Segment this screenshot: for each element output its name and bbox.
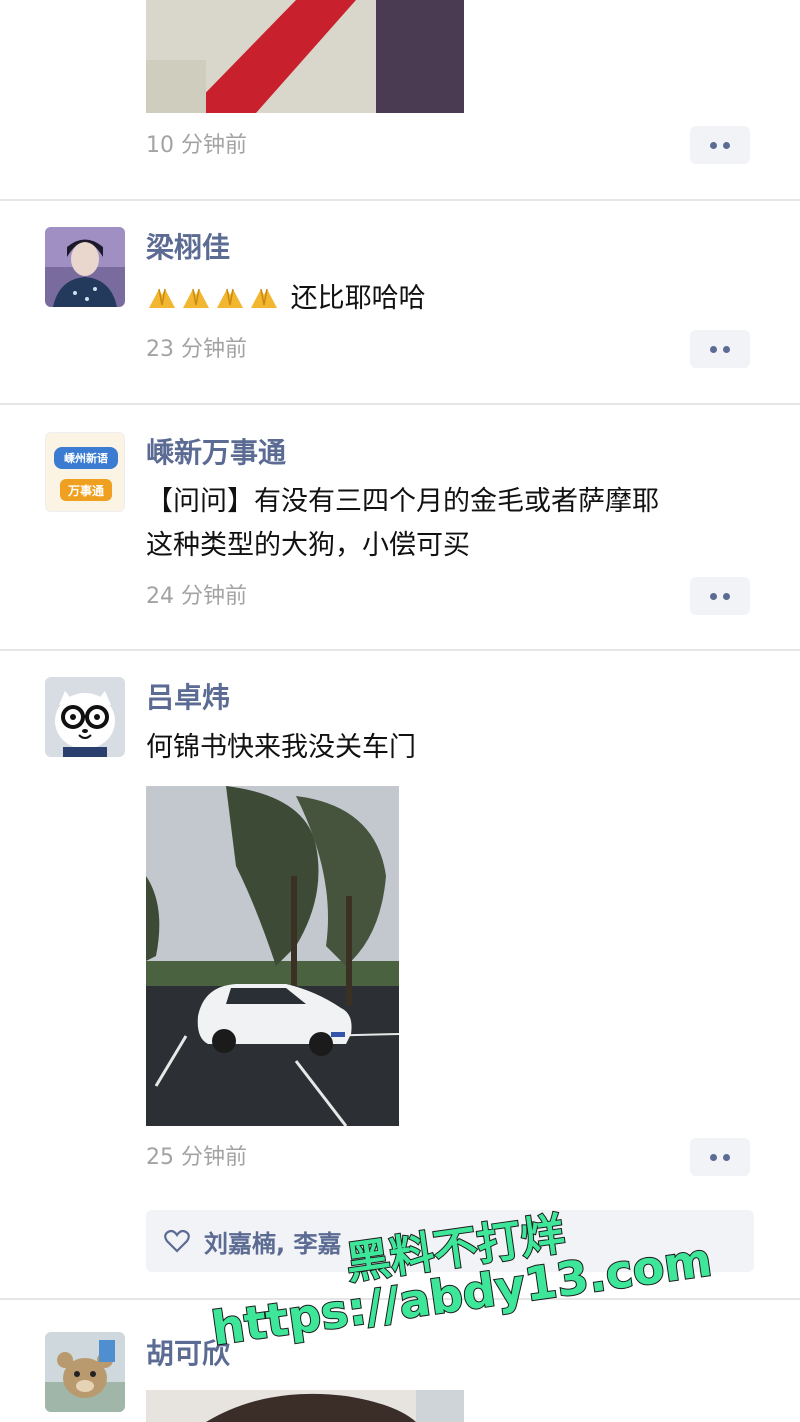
post-image-top[interactable] [146,0,464,113]
praying-hands-icon [217,288,243,308]
post-photo[interactable] [146,786,399,1126]
dot-icon [710,345,717,353]
dot-icon [710,592,717,600]
post-text: 还比耶哈哈 [146,278,426,320]
post-text-line-1: 【问问】有没有三四个月的金毛或者萨摩耶 [146,486,659,517]
post-divider [0,403,800,405]
avatar[interactable] [45,227,125,307]
dot-icon [710,1153,717,1161]
more-options-button[interactable] [690,1138,750,1176]
post-time: 10 分钟前 [146,133,247,158]
avatar[interactable] [45,677,125,757]
avatar[interactable]: 嵊州新语 万事通 [45,432,125,512]
praying-hands-icon [183,288,209,308]
user-name[interactable]: 吕卓炜 [146,680,230,716]
avatar[interactable] [45,1332,125,1412]
post-text-line-2: 这种类型的大狗，小偿可买 [146,530,470,561]
dot-icon [723,1153,730,1161]
post-time: 24 分钟前 [146,584,247,609]
dot-icon [710,141,717,149]
praying-hands-icon [149,288,175,308]
user-name[interactable]: 嵊新万事通 [146,435,286,471]
emoji-group [146,283,291,314]
post-divider [0,199,800,201]
post-text-suffix: 还比耶哈哈 [290,283,426,314]
avatar-logo-top: 嵊州新语 [64,452,108,465]
post-time: 25 分钟前 [146,1145,247,1170]
more-options-button[interactable] [690,126,750,164]
post-image-bottom[interactable] [146,1390,464,1422]
avatar-logo-bottom: 万事通 [67,484,104,498]
post-time: 23 分钟前 [146,337,247,362]
more-options-button[interactable] [690,577,750,615]
dot-icon [723,345,730,353]
likes-names[interactable]: 刘嘉楠, 李嘉 [204,1224,341,1259]
heart-icon [164,1229,190,1253]
post-text: 何锦书快来我没关车门 [146,732,416,763]
post-divider [0,649,800,651]
user-name[interactable]: 梁栩佳 [146,230,230,266]
dot-icon [723,592,730,600]
more-options-button[interactable] [690,330,750,368]
dot-icon [723,141,730,149]
praying-hands-icon [251,288,277,308]
